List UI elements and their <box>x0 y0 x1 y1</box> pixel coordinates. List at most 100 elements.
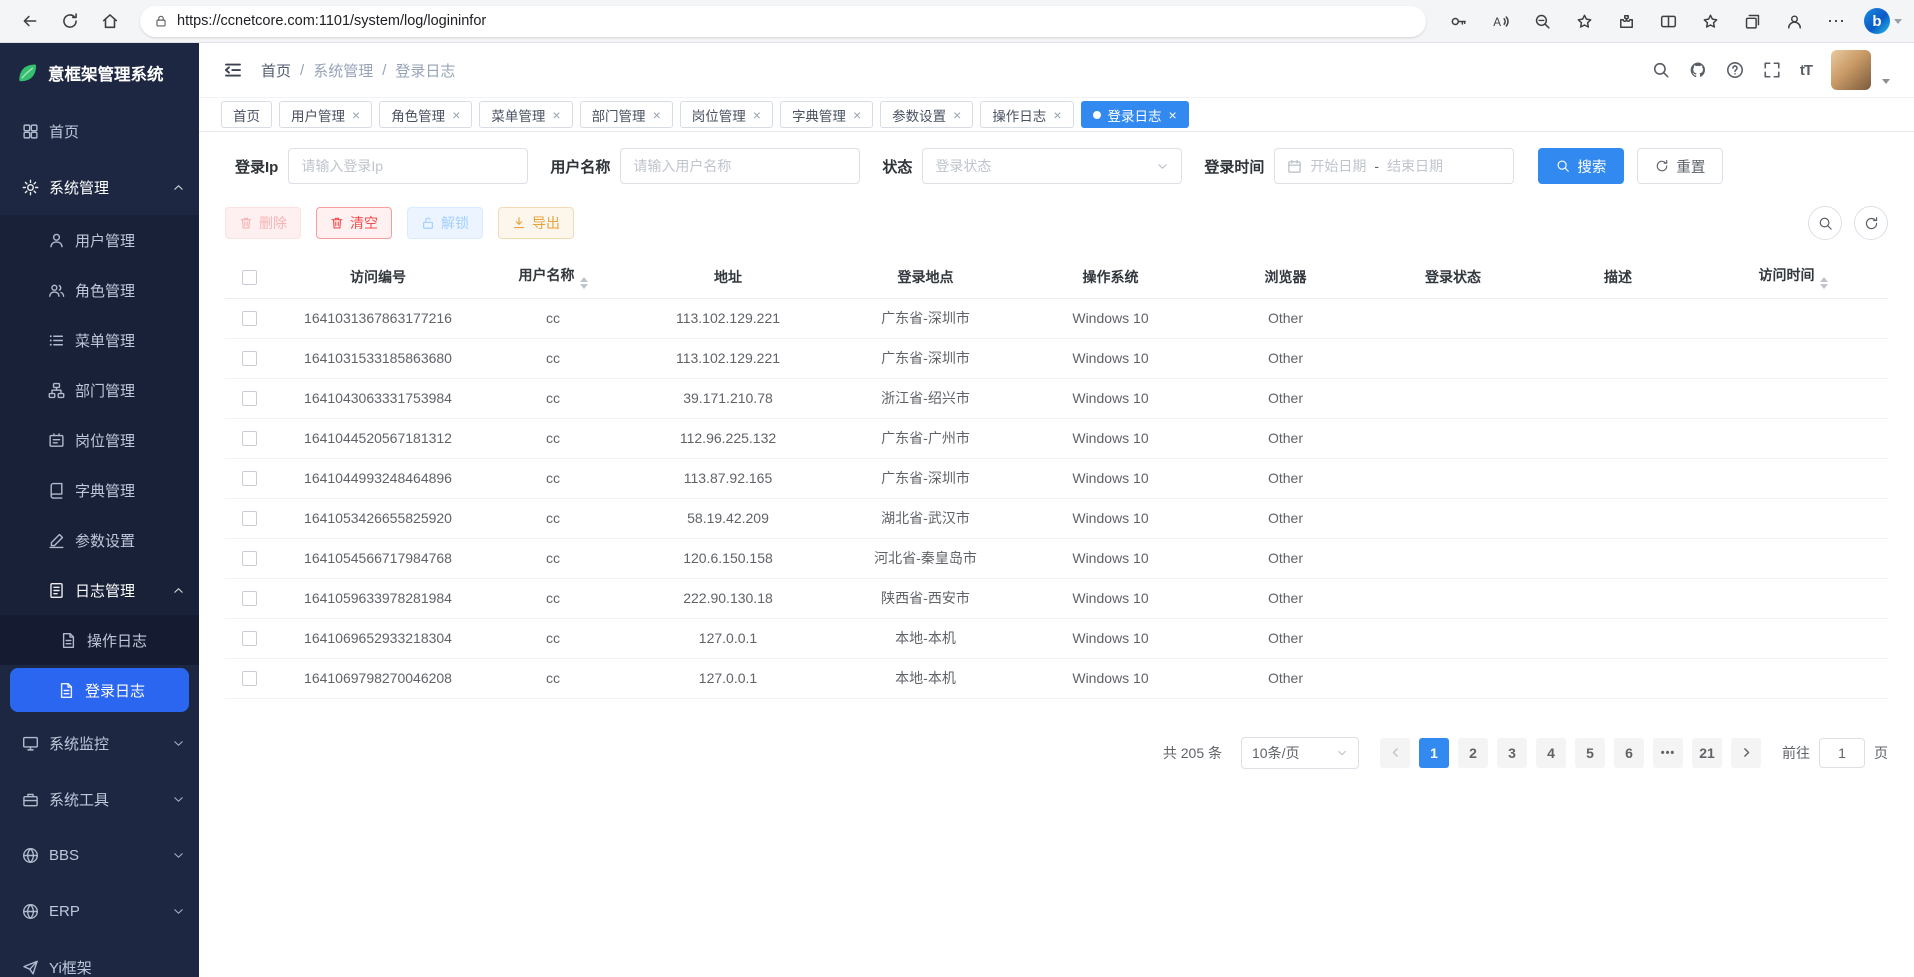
breadcrumb-home[interactable]: 首页 <box>261 60 291 81</box>
page-button-21[interactable]: 21 <box>1692 738 1722 768</box>
sidebar-item-yi-framework[interactable]: Yi框架 <box>0 939 199 977</box>
show-search-toggle-button[interactable] <box>1808 206 1842 240</box>
tab-dict-management[interactable]: 字典管理 <box>780 101 873 128</box>
sidebar-item-menu-management[interactable]: 菜单管理 <box>0 315 199 365</box>
sidebar-item-system-monitor[interactable]: 系统监控 <box>0 715 199 771</box>
page-button-1[interactable]: 1 <box>1419 738 1449 768</box>
github-icon[interactable] <box>1689 61 1707 79</box>
sidebar-item-dict-management[interactable]: 字典管理 <box>0 465 199 515</box>
row-checkbox[interactable] <box>242 591 257 606</box>
tab-home[interactable]: 首页 <box>221 101 272 128</box>
page-button-5[interactable]: 5 <box>1575 738 1605 768</box>
tab-dept-management[interactable]: 部门管理 <box>580 101 673 128</box>
font-size-icon[interactable]: tT <box>1800 62 1812 79</box>
breadcrumb-system-management[interactable]: 系统管理 <box>313 60 373 81</box>
reset-button[interactable]: 重置 <box>1637 148 1723 184</box>
sidebar-item-bbs[interactable]: BBS <box>0 827 199 883</box>
sort-carets-icon[interactable] <box>580 277 588 289</box>
export-button[interactable]: 导出 <box>498 207 574 239</box>
close-icon[interactable] <box>1169 108 1177 122</box>
sort-carets-icon[interactable] <box>1820 277 1828 289</box>
search-icon[interactable] <box>1652 61 1670 79</box>
bing-chat-icon[interactable]: b <box>1864 8 1890 34</box>
user-avatar[interactable] <box>1831 50 1871 90</box>
start-date-placeholder[interactable]: 开始日期 <box>1310 156 1366 176</box>
search-button[interactable]: 搜索 <box>1538 148 1624 184</box>
sidebar-item-log-management[interactable]: 日志管理 <box>0 565 199 615</box>
row-checkbox[interactable] <box>242 671 257 686</box>
delete-button[interactable]: 删除 <box>225 207 301 239</box>
collections-button[interactable] <box>1732 4 1772 38</box>
refresh-table-button[interactable] <box>1854 206 1888 240</box>
close-icon[interactable] <box>352 108 360 122</box>
login-time-range-picker[interactable]: 开始日期 - 结束日期 <box>1274 148 1514 184</box>
password-key-button[interactable] <box>1438 4 1478 38</box>
status-select[interactable]: 登录状态 <box>922 148 1182 184</box>
close-icon[interactable] <box>853 108 861 122</box>
unlock-button[interactable]: 解锁 <box>407 207 483 239</box>
close-icon[interactable] <box>753 108 761 122</box>
page-button-3[interactable]: 3 <box>1497 738 1527 768</box>
login-ip-input[interactable] <box>288 148 528 184</box>
close-icon[interactable] <box>452 108 460 122</box>
clear-button[interactable]: 清空 <box>316 207 392 239</box>
browser-back-button[interactable] <box>12 4 48 38</box>
sidebar-item-dept-management[interactable]: 部门管理 <box>0 365 199 415</box>
prev-page-button[interactable] <box>1380 738 1410 768</box>
browser-menu-button[interactable]: ⋯ <box>1816 4 1856 38</box>
tab-post-management[interactable]: 岗位管理 <box>680 101 773 128</box>
row-checkbox[interactable] <box>242 471 257 486</box>
browser-refresh-button[interactable] <box>52 4 88 38</box>
avatar-caret-icon[interactable] <box>1882 79 1890 84</box>
favorites-button[interactable] <box>1690 4 1730 38</box>
sidebar-item-user-management[interactable]: 用户管理 <box>0 215 199 265</box>
more-pages-button[interactable]: ••• <box>1653 738 1683 768</box>
next-page-button[interactable] <box>1731 738 1761 768</box>
close-icon[interactable] <box>552 108 560 122</box>
row-checkbox[interactable] <box>242 391 257 406</box>
page-button-6[interactable]: 6 <box>1614 738 1644 768</box>
tab-menu-management[interactable]: 菜单管理 <box>479 101 572 128</box>
sidebar-item-system-tools[interactable]: 系统工具 <box>0 771 199 827</box>
page-size-select[interactable]: 10条/页 <box>1241 737 1359 769</box>
sidebar-item-home[interactable]: 首页 <box>0 103 199 159</box>
page-button-2[interactable]: 2 <box>1458 738 1488 768</box>
extensions-button[interactable] <box>1606 4 1646 38</box>
split-screen-button[interactable] <box>1648 4 1688 38</box>
row-checkbox[interactable] <box>242 631 257 646</box>
address-bar[interactable]: https://ccnetcore.com:1101/system/log/lo… <box>140 6 1426 37</box>
select-all-checkbox[interactable] <box>242 270 257 285</box>
col-access-time[interactable]: 访问时间 <box>1698 256 1888 298</box>
sidebar-item-post-management[interactable]: 岗位管理 <box>0 415 199 465</box>
sidebar-item-operation-log[interactable]: 操作日志 <box>0 615 199 665</box>
browser-profile-button[interactable] <box>1774 4 1814 38</box>
end-date-placeholder[interactable]: 结束日期 <box>1387 156 1443 176</box>
row-checkbox[interactable] <box>242 351 257 366</box>
menu-fold-button[interactable] <box>223 60 243 80</box>
tab-param-settings[interactable]: 参数设置 <box>880 101 973 128</box>
bing-caret-icon[interactable] <box>1894 19 1902 24</box>
url-text[interactable]: https://ccnetcore.com:1101/system/log/lo… <box>177 13 486 29</box>
read-aloud-button[interactable] <box>1480 4 1520 38</box>
tab-login-log[interactable]: 登录日志 <box>1081 101 1189 128</box>
row-checkbox[interactable] <box>242 311 257 326</box>
row-checkbox[interactable] <box>242 431 257 446</box>
row-checkbox[interactable] <box>242 551 257 566</box>
sidebar-item-login-log[interactable]: 登录日志 <box>10 668 189 712</box>
tab-role-management[interactable]: 角色管理 <box>379 101 472 128</box>
tab-user-management[interactable]: 用户管理 <box>279 101 372 128</box>
sidebar-item-system-management[interactable]: 系统管理 <box>0 159 199 215</box>
sidebar-item-role-management[interactable]: 角色管理 <box>0 265 199 315</box>
page-button-4[interactable]: 4 <box>1536 738 1566 768</box>
sidebar-item-erp[interactable]: ERP <box>0 883 199 939</box>
row-checkbox[interactable] <box>242 511 257 526</box>
favorites-add-button[interactable] <box>1564 4 1604 38</box>
close-icon[interactable] <box>953 108 961 122</box>
fullscreen-icon[interactable] <box>1763 61 1781 79</box>
col-username[interactable]: 用户名称 <box>483 256 623 298</box>
close-icon[interactable] <box>653 108 661 122</box>
browser-home-button[interactable] <box>92 4 128 38</box>
sidebar-item-param-settings[interactable]: 参数设置 <box>0 515 199 565</box>
close-icon[interactable] <box>1053 108 1061 122</box>
help-icon[interactable] <box>1726 61 1744 79</box>
